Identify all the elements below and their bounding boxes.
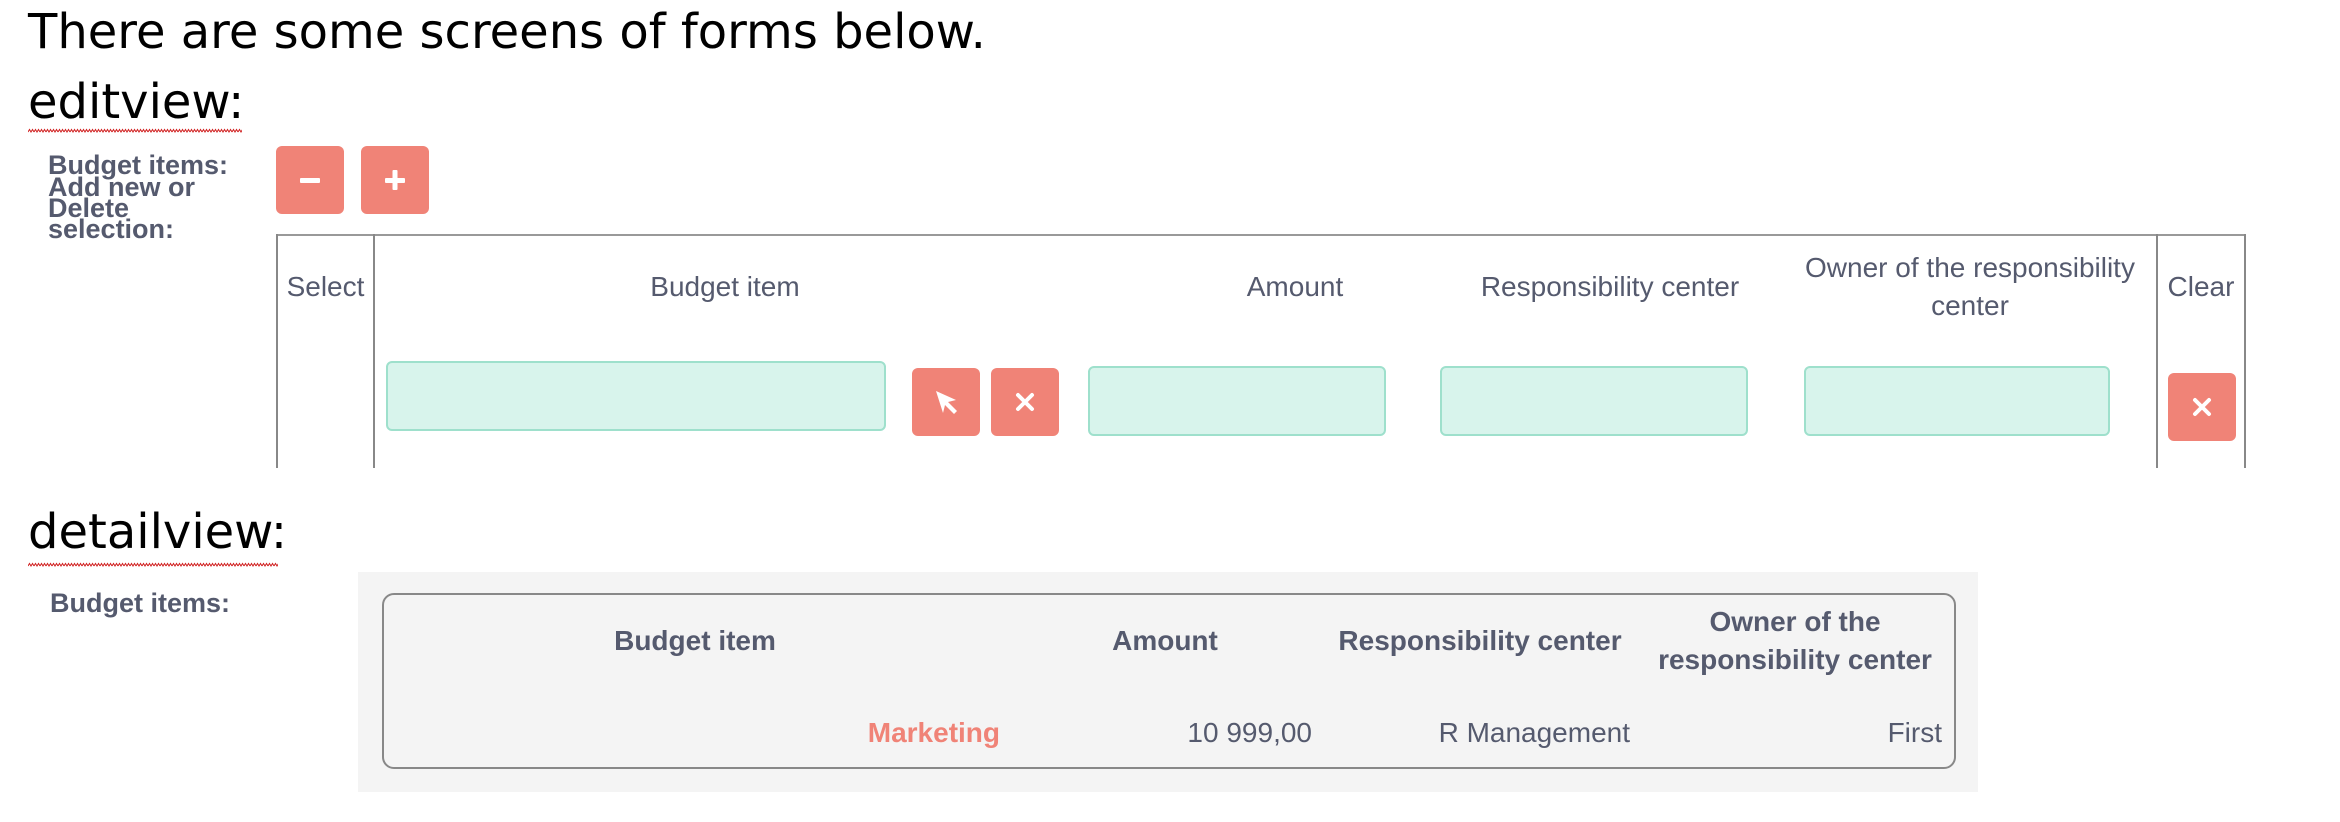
column-header-owner-line1: Owner of the responsibility [1805,252,2135,283]
owner-value: First [1887,717,1942,748]
remove-row-button[interactable] [276,146,344,214]
responsibility-center-input[interactable] [1440,366,1748,436]
column-header-budget-item: Budget item [614,625,776,656]
close-icon [2193,398,2211,416]
column-header-select: Select [286,271,365,302]
cursor-arrow-icon [936,391,957,414]
clear-row-button[interactable] [2168,373,2236,441]
column-header-responsibility-center: Responsibility center [1480,271,1740,302]
budget-item-input[interactable] [386,361,886,431]
budget-items-label: Budget items: [50,588,231,618]
plus-icon [385,170,405,190]
minus-icon [300,178,320,183]
detailview-heading: detailview: [28,504,287,560]
budget-item-link[interactable]: Marketing [700,714,1000,752]
column-header-owner-line2: center [1931,290,2009,321]
close-icon [1016,393,1034,411]
spellcheck-underline [28,562,278,568]
intro-text: There are some screens of forms below. [28,4,986,60]
column-header-budget-item: Budget item [650,271,800,302]
add-row-button[interactable] [361,146,429,214]
select-budget-item-button[interactable] [912,368,980,436]
responsibility-center-value: R Management [1438,717,1630,748]
table-top-border [276,234,2246,236]
column-header-clear: Clear [2167,271,2235,302]
column-header-amount: Amount [1112,625,1218,656]
spellcheck-underline [28,128,242,134]
amount-value: 10 999,00 [1187,717,1312,748]
column-header-owner-line2: responsibility center [1658,644,1932,675]
table-right-border [2244,234,2246,468]
column-header-responsibility-center: Responsibility center [1338,625,1622,656]
selection-label: selection: [48,214,175,244]
clear-budget-item-button[interactable] [991,368,1059,436]
column-header-owner-line1: Owner of the [1709,606,1881,637]
editview-heading: editview: [28,74,245,130]
owner-input[interactable] [1804,366,2110,436]
amount-input[interactable] [1088,366,1386,436]
